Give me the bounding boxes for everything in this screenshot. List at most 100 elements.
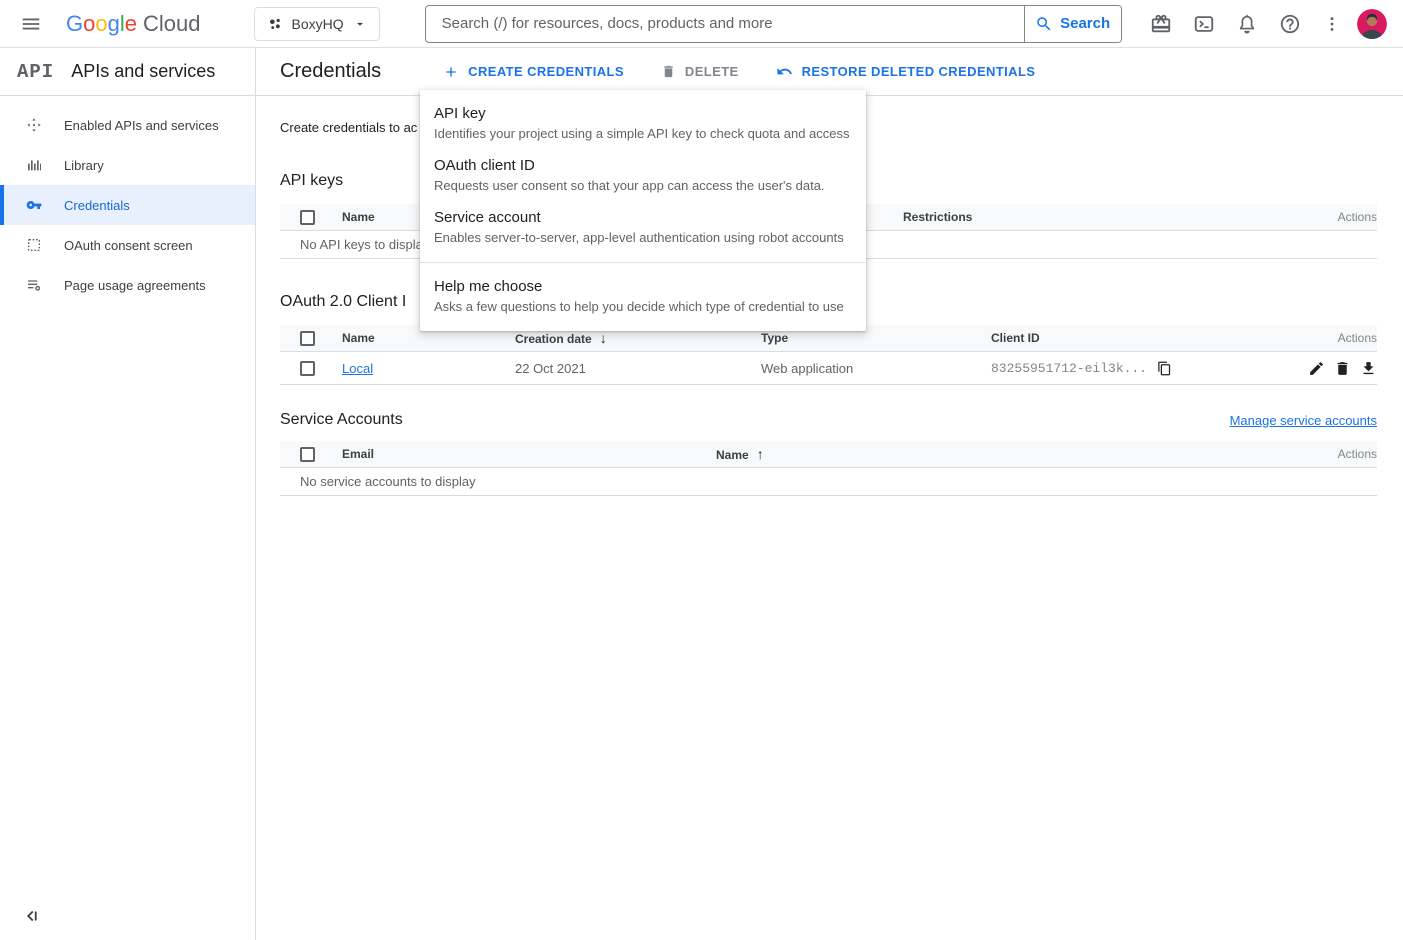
menu-item-service-account[interactable]: Service account Enables server-to-server… [420,202,866,254]
search-input[interactable] [426,6,1024,42]
row-actions [1307,360,1377,377]
logo-letter: e [125,11,137,37]
header-checkbox-cell [280,447,342,462]
menu-item-oauth-client-id[interactable]: OAuth client ID Requests user consent so… [420,150,866,202]
sort-asc-icon[interactable]: ↑ [757,446,764,462]
more-vert-icon[interactable] [1322,14,1342,34]
collapse-sidebar-button[interactable] [22,906,42,926]
sidebar-item-label: OAuth consent screen [64,238,193,253]
column-header-actions: Actions [1307,331,1377,345]
column-header-name[interactable]: Name ↑ [716,446,1307,462]
page-header: Credentials CREATE CREDENTIALS DELETE [256,48,1403,96]
manage-service-accounts-link[interactable]: Manage service accounts [1230,413,1377,428]
logo-letter: o [95,11,107,37]
gift-icon[interactable] [1150,13,1172,35]
header-checkbox-cell [280,210,342,225]
creation-date-label: Creation date [515,332,592,346]
global-search: Search [425,5,1122,43]
sidebar-item-label: Page usage agreements [64,278,206,293]
logo-letter: g [108,11,120,37]
service-accounts-heading: Service Accounts [280,411,403,429]
restore-label: RESTORE DELETED CREDENTIALS [802,64,1036,79]
search-button-label: Search [1060,15,1110,32]
oauth-consent-icon [26,237,42,253]
menu-icon[interactable] [17,10,45,38]
column-header-name[interactable]: Name [342,331,515,345]
column-header-creation-date[interactable]: Creation date ↓ [515,330,761,346]
search-icon [1035,15,1053,33]
client-type: Web application [761,361,991,376]
delete-icon[interactable] [1334,360,1351,377]
sidebar: API APIs and services Enabled APIs and s… [0,48,256,940]
sort-desc-icon[interactable]: ↓ [600,330,607,346]
help-icon[interactable] [1279,13,1301,35]
sidebar-item-oauth-consent[interactable]: OAuth consent screen [0,225,255,265]
enabled-apis-icon [26,117,42,133]
plus-icon [443,64,459,80]
project-name: BoxyHQ [292,16,344,32]
edit-icon[interactable] [1308,360,1325,377]
column-header-email[interactable]: Email [342,447,716,461]
page-usage-icon [26,277,42,293]
menu-item-description: Enables server-to-server, app-level auth… [434,228,852,247]
client-creation-date: 22 Oct 2021 [515,361,761,376]
menu-item-title: Service account [434,208,852,228]
client-id-value: 83255951712-eil3k... [991,361,1147,376]
sidebar-item-library[interactable]: Library [0,145,255,185]
key-icon [26,197,42,213]
select-all-checkbox[interactable] [300,331,315,346]
name-label: Name [716,448,749,462]
create-credentials-menu: API key Identifies your project using a … [420,90,866,331]
project-switcher-button[interactable]: BoxyHQ [254,7,380,41]
logo-letter: G [66,11,83,37]
sidebar-item-enabled-apis[interactable]: Enabled APIs and services [0,105,255,145]
page-title: Credentials [280,60,381,83]
undo-icon [776,63,793,80]
column-header-actions: Actions [1307,210,1377,224]
delete-button[interactable]: DELETE [661,64,739,79]
menu-item-title: OAuth client ID [434,156,852,176]
cloud-shell-icon[interactable] [1193,13,1215,35]
logo-cloud-text: Cloud [143,11,200,37]
sidebar-item-label: Library [64,158,104,173]
api-logo-icon: API [17,61,54,83]
avatar[interactable] [1357,9,1387,39]
oauth-clients-table: Name Creation date ↓ Type Client ID Actio… [280,325,1377,385]
menu-item-help-me-choose[interactable]: Help me choose Asks a few questions to h… [420,271,866,323]
sidebar-item-page-usage[interactable]: Page usage agreements [0,265,255,305]
menu-item-description: Asks a few questions to help you decide … [434,297,852,316]
menu-divider [420,262,866,263]
service-accounts-header-row: Service Accounts Manage service accounts [280,411,1377,429]
menu-item-description: Identifies your project using a simple A… [434,124,852,143]
sidebar-item-label: Credentials [64,198,130,213]
create-credentials-label: CREATE CREDENTIALS [468,64,624,79]
column-header-type: Type [761,331,991,345]
column-header-client-id: Client ID [991,331,1307,345]
client-name-link[interactable]: Local [342,361,373,376]
trash-icon [661,64,676,79]
chevron-down-icon [353,17,367,31]
select-all-checkbox[interactable] [300,210,315,225]
sidebar-header: API APIs and services [0,48,255,96]
notifications-icon[interactable] [1236,13,1258,35]
search-button[interactable]: Search [1024,6,1121,42]
sidebar-item-credentials[interactable]: Credentials [0,185,255,225]
service-accounts-empty-row: No service accounts to display [280,468,1377,496]
project-icon [267,16,283,32]
copy-icon[interactable] [1156,360,1172,376]
create-credentials-button[interactable]: CREATE CREDENTIALS [443,64,624,80]
sidebar-title: APIs and services [71,61,215,82]
download-icon[interactable] [1360,360,1377,377]
menu-item-api-key[interactable]: API key Identifies your project using a … [420,98,866,150]
row-checkbox[interactable] [300,361,315,376]
menu-item-title: API key [434,104,852,124]
google-cloud-logo[interactable]: Google Cloud [66,11,201,37]
select-all-checkbox[interactable] [300,447,315,462]
page-actions: CREATE CREDENTIALS DELETE RESTORE DELETE… [443,63,1035,80]
service-accounts-table: Email Name↑ Actions No service accounts … [280,441,1377,496]
delete-label: DELETE [685,64,739,79]
logo-letter: o [83,11,95,37]
restore-deleted-credentials-button[interactable]: RESTORE DELETED CREDENTIALS [776,63,1036,80]
top-app-bar: Google Cloud BoxyHQ Search [0,0,1403,48]
row-checkbox-cell [280,361,342,376]
